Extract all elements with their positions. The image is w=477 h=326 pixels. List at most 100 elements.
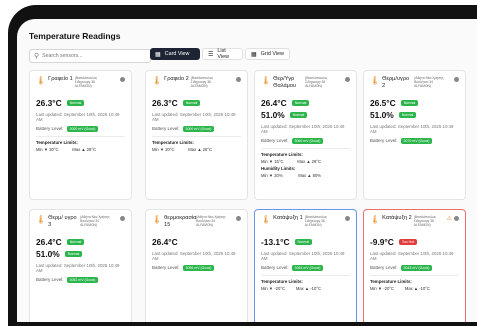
page-title: Temperature Readings	[29, 31, 121, 41]
limit-min: Min ▼ 15°C	[261, 158, 284, 164]
sensor-card[interactable]: 🌡 Θερμ/υγρο 2 (Αθήνα Νέα Χρήσης Βουλήτου…	[363, 70, 466, 200]
status-badge: Too Hot	[398, 238, 418, 246]
status-dot	[236, 77, 241, 82]
temperature-value: 26.3°C	[36, 98, 62, 108]
last-updated: Last updated: September 10th, 2025 10:49…	[261, 251, 345, 262]
device-frame: Temperature Readings ⚲ ▦ Card View ☰ Lis…	[8, 5, 477, 326]
last-updated: Last updated: September 10th, 2025 10:49…	[36, 263, 120, 274]
list-icon: ☰	[208, 51, 214, 58]
warning-icon: ⚠	[446, 216, 452, 222]
battery-row: Battery Level: 3064 mV (Good)	[261, 264, 350, 271]
battery-row: Battery Level: 3000 mV (Good)	[36, 125, 125, 132]
temperature-value: 26.5°C	[370, 98, 396, 108]
sensor-card[interactable]: 🌡 Θερμ/ υγρο 3 (Αθήνα Νέα Χρήσης Βουλήτο…	[29, 209, 132, 322]
app-screen: Temperature Readings ⚲ ▦ Card View ☰ Lis…	[17, 19, 477, 322]
status-dot	[120, 216, 125, 221]
temperature-value: 26.4°C	[36, 237, 62, 247]
status-dot	[236, 216, 241, 221]
temperature-limits: Temperature Limits: Min ▼ 15°C Max ▲ 28°…	[261, 147, 350, 178]
status-dot	[345, 77, 350, 82]
temperature-value: 26.3°C	[152, 98, 178, 108]
sensor-name: Κατάψυξη 2	[382, 215, 412, 221]
limit-min: Min ▼ -20°C	[370, 285, 394, 291]
temperature-limits: Temperature Limits: Min ▼ -20°C Max ▲ -1…	[370, 274, 459, 291]
temperature-limits: Temperature Limits: Min ▼ 20°C Max ▲ 28°…	[36, 135, 125, 152]
thermometer-icon: 🌡	[152, 76, 163, 85]
battery-badge: 3060 mV (Good)	[291, 137, 324, 144]
thermometer-icon: 🌡	[370, 215, 381, 224]
humidity-value: 51.0%	[370, 110, 394, 120]
temperature-value: 26.4°C	[261, 98, 287, 108]
sensor-card-freezer-2[interactable]: 🌡 Κατάψυξη 2 (Βασιλόπουλος Σιδηρουργ 36 …	[363, 209, 466, 322]
limit-max: Max ▲ 28°C	[72, 146, 96, 152]
sensor-card-freezer-1[interactable]: 🌡 Κατάψυξη 1 (Βασιλόπουλος Σιδηρουργ 36 …	[254, 209, 357, 322]
sensor-card[interactable]: 🌡 Γραφείο 1 (Βασιλόπουλος Σιδηρουργ 36 A…	[29, 70, 132, 200]
last-updated: Last updated: September 10th, 2025 10:49…	[370, 251, 454, 262]
thermometer-icon: 🌡	[36, 76, 47, 85]
sensor-card[interactable]: 🌡 Θερ/Υγρ Θαλάμου (Βασιλόπουλος Σιδηρουρ…	[254, 70, 357, 200]
thermometer-icon: 🌡	[261, 215, 272, 224]
battery-badge: 3000 mV (Good)	[182, 125, 215, 132]
humidity-value: 51.0%	[36, 249, 60, 259]
last-updated: Last updated: September 10th, 2025 10:49…	[261, 124, 345, 135]
limit-max: Max ▲ 28°C	[188, 146, 212, 152]
humidity-status-badge: Normal	[398, 111, 417, 119]
sensor-name: Γραφείο 1	[48, 76, 73, 82]
sensor-card[interactable]: 🌡 Γραφείο 2 (Βασιλόπουλος Σιδηρουργ 36 A…	[145, 70, 248, 200]
limit-max: Max ▲ 28°C	[297, 158, 321, 164]
temperature-value: -9.9°C	[370, 237, 394, 247]
temperature-value: 26.4°C	[152, 237, 178, 247]
battery-badge: 3096 mV (Good)	[182, 264, 215, 271]
status-badge: Normal	[66, 99, 85, 107]
status-badge: Normal	[182, 99, 201, 107]
grid-view-button[interactable]: ▦ Grid View	[245, 48, 290, 60]
sensor-name: θερμοκρασία 15	[164, 215, 197, 228]
thermometer-icon: 🌡	[36, 215, 47, 224]
thermometer-icon: 🌡	[152, 215, 163, 224]
limit-min: Min ▼ 20%	[261, 172, 283, 178]
limit-min: Min ▼ 20°C	[152, 146, 175, 152]
limit-min: Min ▼ 20°C	[36, 146, 59, 152]
sensor-location: (Αθήνα Νέα Χρήσης Βουλήτου 34 ALFAMON)	[414, 76, 444, 89]
battery-badge: 3052 mV (Good)	[66, 276, 99, 283]
battery-badge: 3043 mV (Good)	[400, 264, 433, 271]
humidity-status-badge: Normal	[64, 250, 83, 258]
search-input[interactable]	[42, 53, 143, 59]
sensor-location: (Αθήνα Νέα Χρήσης Βουλήτου 34 ALFAMON)	[196, 215, 226, 228]
sensor-name: Θερ/Υγρ Θαλάμου	[273, 76, 297, 89]
temperature-value: -13.1°C	[261, 237, 290, 247]
status-badge: Normal	[294, 238, 313, 246]
status-dot	[345, 216, 350, 221]
sensor-name: Γραφείο 2	[164, 76, 189, 82]
limit-max: Max ▲ 80%	[298, 172, 321, 178]
grid-icon: ▦	[155, 51, 161, 58]
status-badge: Normal	[291, 99, 310, 107]
sensor-name: Κατάψυξη 1	[273, 215, 303, 221]
sensor-location: (Βασιλόπουλος Σιδηρουργ 36 ALFAMON)	[413, 215, 436, 228]
status-dot	[454, 216, 459, 221]
last-updated: Last updated: September 10th, 2025 10:49…	[152, 251, 236, 262]
thermometer-icon: 🌡	[261, 76, 272, 85]
list-view-button[interactable]: ☰ List View	[202, 48, 243, 60]
card-view-button[interactable]: ▦ Card View	[150, 48, 200, 60]
sensor-location: (Βασιλόπουλος Σιδηρουργ 36 ALFAMON)	[74, 76, 98, 89]
status-badge: Normal	[66, 238, 85, 246]
battery-badge: 3064 mV (Good)	[291, 264, 324, 271]
thermometer-icon: 🌡	[370, 76, 381, 85]
limit-max: Max ▲ -10°C	[404, 285, 430, 291]
battery-row: Battery Level: 3060 mV (Good)	[261, 137, 350, 144]
last-updated: Last updated: September 10th, 2025 10:49…	[370, 124, 454, 135]
search-icon: ⚲	[34, 53, 40, 60]
humidity-limits: Humidity Limits: Min ▼ 20% Max ▲ 80%	[261, 165, 321, 178]
humidity-status-badge: Normal	[289, 111, 308, 119]
temperature-limits: Temperature Limits: Min ▼ -20°C Max ▲ -1…	[261, 274, 350, 291]
sensor-location: (Αθήνα Νέα Χρήσης Βουλήτου 34 ALFAMON)	[80, 215, 110, 228]
search-box[interactable]: ⚲	[29, 49, 151, 63]
battery-row: Battery Level: 3052 mV (Good)	[36, 276, 125, 283]
grid-icon: ▦	[251, 51, 257, 58]
sensor-name: Θερμ/ υγρο 3	[48, 215, 77, 228]
temperature-limits: Temperature Limits: Min ▼ 20°C Max ▲ 28°…	[152, 135, 241, 152]
limit-min: Min ▼ -20°C	[261, 285, 285, 291]
battery-row: Battery Level: 3096 mV (Good)	[152, 264, 241, 271]
sensor-card[interactable]: 🌡 θερμοκρασία 15 (Αθήνα Νέα Χρήσης Βουλή…	[145, 209, 248, 322]
